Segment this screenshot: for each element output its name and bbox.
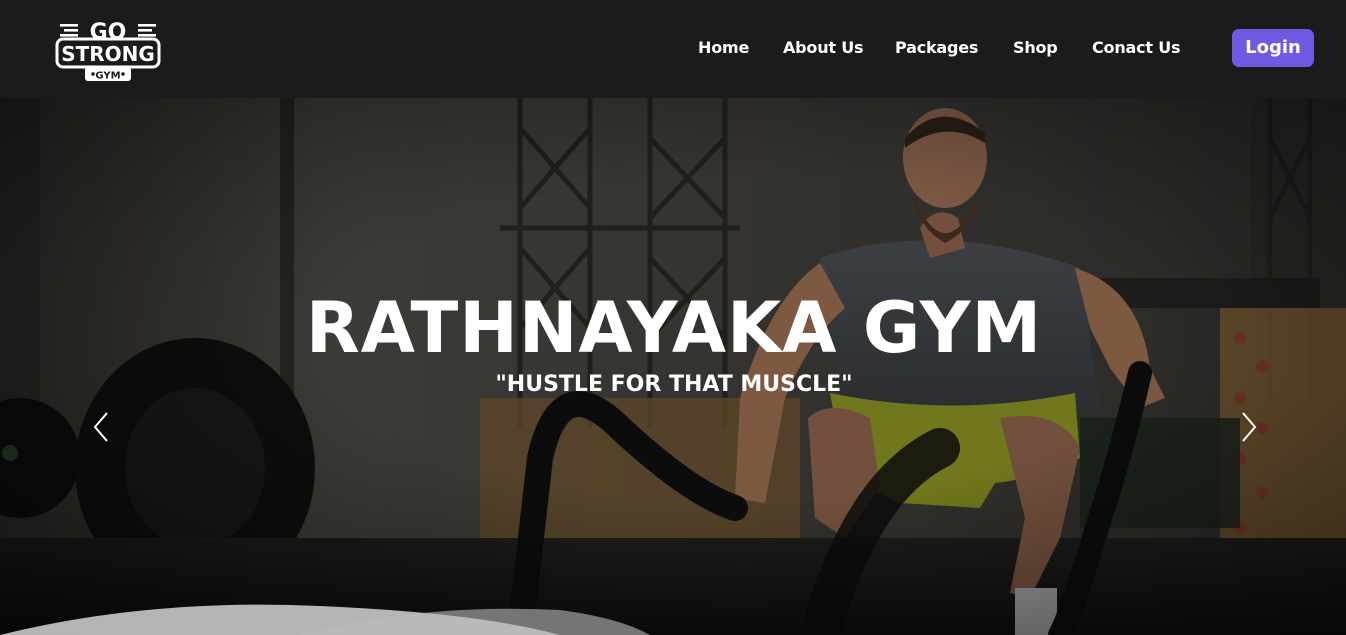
hero-title-text: RATHNAYAKA GYM	[305, 287, 1043, 369]
navbar: GO STRONG GYM Home About Us Packages Sho…	[0, 0, 1346, 98]
nav-item-shop[interactable]: Shop	[1013, 38, 1058, 57]
hero-carousel: RATHNAYAKA GYM "HUSTLE FOR THAT MUSCLE"	[0, 98, 1346, 635]
gym-logo[interactable]: GO STRONG GYM	[54, 17, 162, 83]
nav-item-packages[interactable]: Packages	[895, 38, 978, 57]
nav-item-about-us[interactable]: About Us	[783, 38, 864, 57]
hero-subtitle: "HUSTLE FOR THAT MUSCLE"	[0, 370, 1346, 400]
logo-main-text: STRONG	[61, 42, 155, 66]
nav-item-home[interactable]: Home	[698, 38, 749, 57]
carousel-next-button[interactable]	[1238, 410, 1258, 444]
logo-graphic: GO STRONG GYM	[55, 20, 161, 82]
hero-subtitle-text: "HUSTLE FOR THAT MUSCLE"	[495, 372, 853, 397]
chevron-right-icon	[1242, 412, 1257, 442]
chevron-left-icon	[93, 412, 108, 442]
hero-title: RATHNAYAKA GYM	[0, 288, 1346, 368]
login-button[interactable]: Login	[1232, 29, 1314, 67]
carousel-prev-button[interactable]	[92, 410, 112, 444]
logo-sub-text: GYM	[95, 71, 120, 82]
nav-item-contact-us[interactable]: Conact Us	[1092, 38, 1181, 57]
